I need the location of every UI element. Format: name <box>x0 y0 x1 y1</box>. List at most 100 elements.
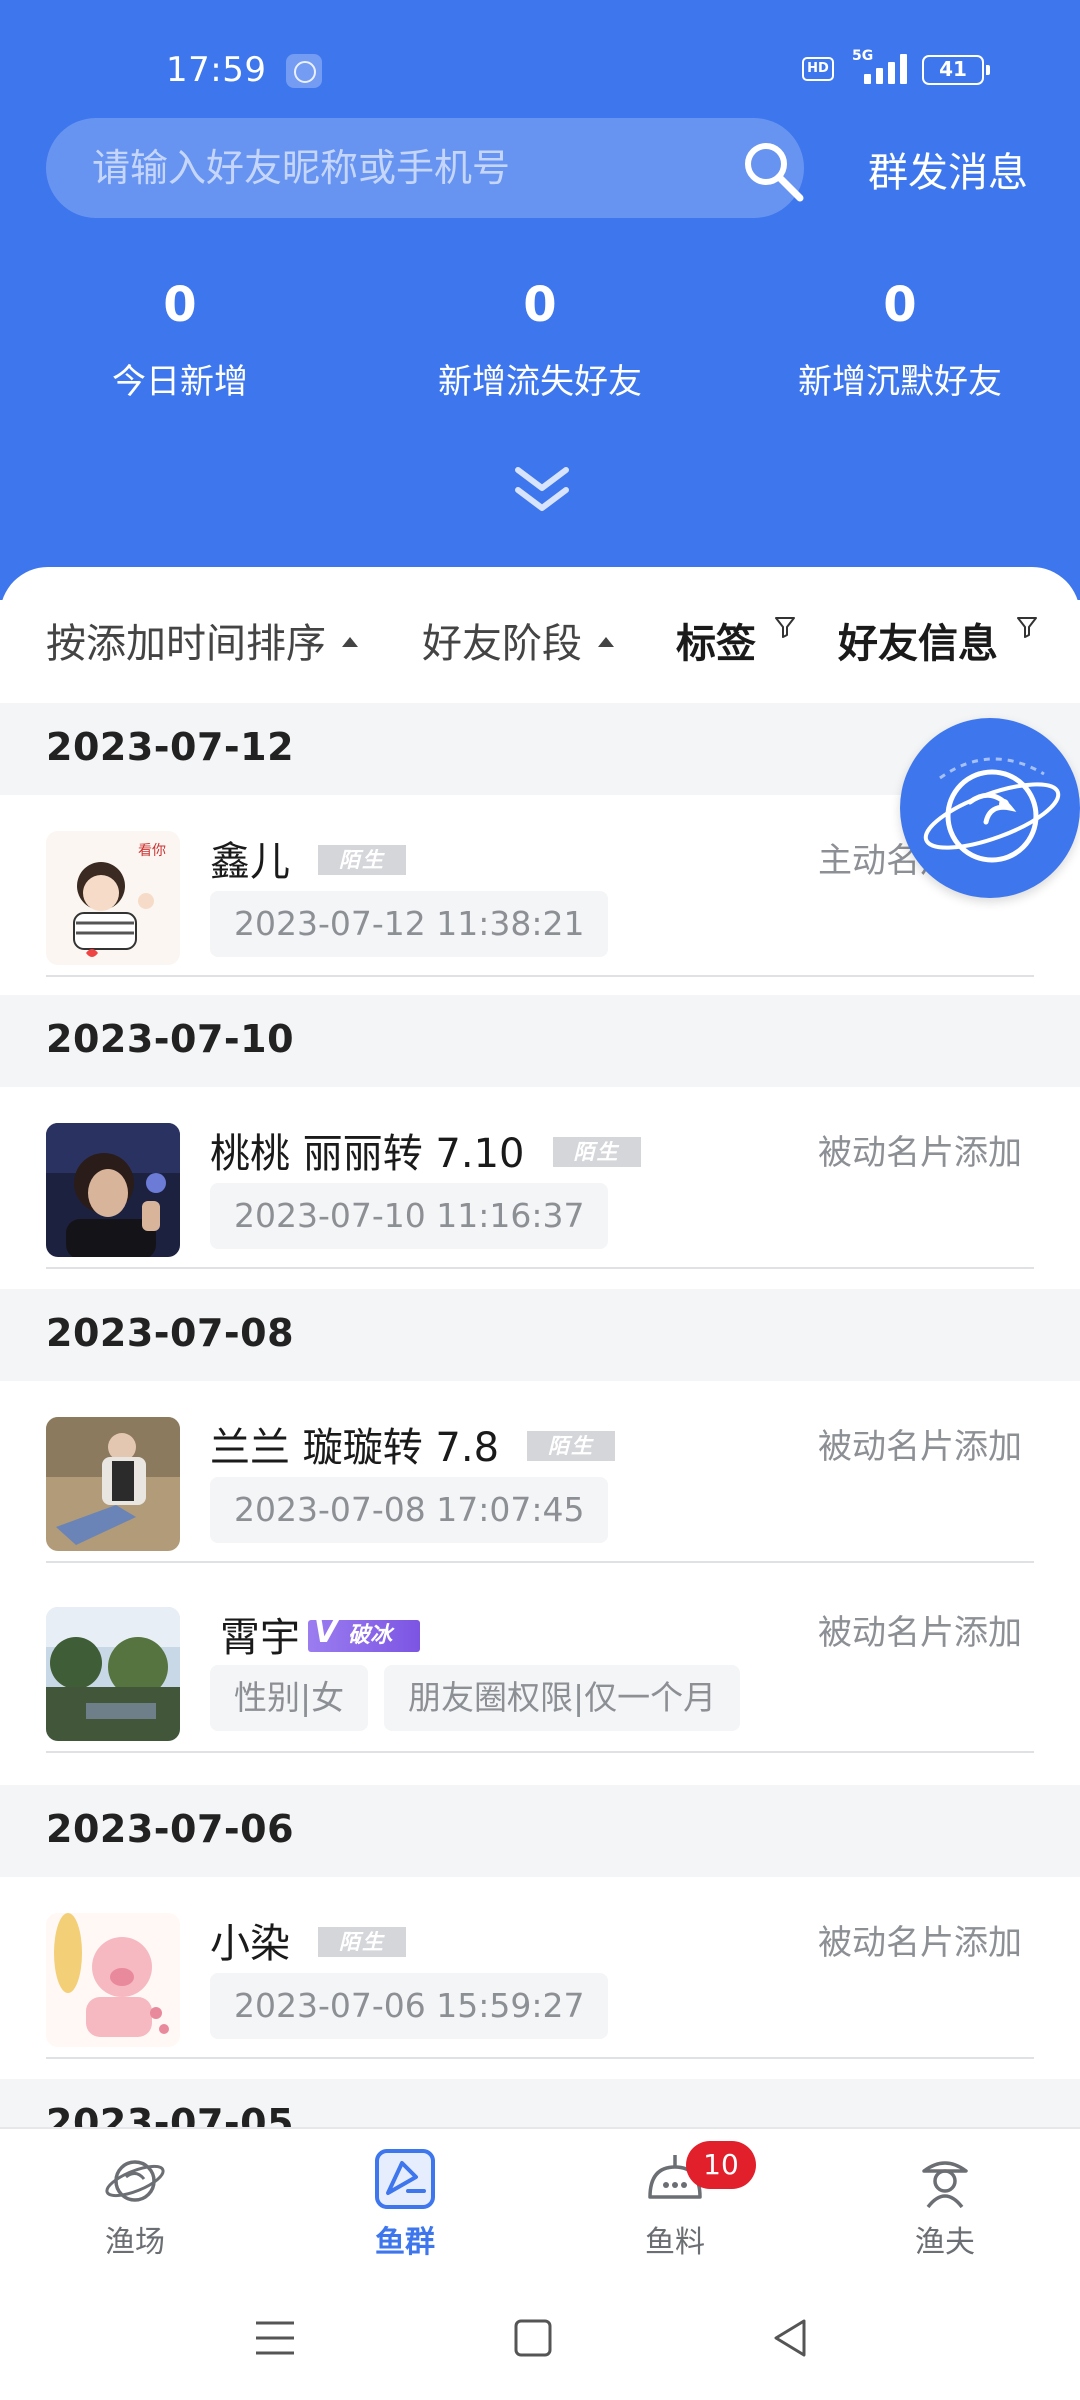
stranger-tag: 陌生 <box>318 1927 406 1957</box>
info-chip: 朋友圈权限|仅一个月 <box>384 1665 741 1731</box>
search-input[interactable] <box>92 118 692 218</box>
add-source: 被动名片添加 <box>818 1613 1022 1653</box>
filter-label: 好友信息 <box>838 621 998 667</box>
friend-name-text: 鑫儿 <box>210 839 290 885</box>
date-label: 2023-07-12 <box>46 725 295 769</box>
hd-icon: HD <box>802 57 834 81</box>
divider <box>46 1561 1034 1563</box>
friend-name-text: 桃桃 丽丽转 7.10 <box>210 1131 525 1177</box>
funnel-icon <box>1016 617 1037 638</box>
date-label: 2023-07-10 <box>46 1017 295 1061</box>
status-bar: 17:59 HD 5G 41 <box>0 40 1080 100</box>
filter-label: 标签 <box>676 621 756 667</box>
search-bar[interactable] <box>46 118 804 218</box>
broadcast-message-button[interactable]: 群发消息 <box>868 140 1028 198</box>
stat-label: 新增沉默好友 <box>798 362 1002 402</box>
stranger-tag: 陌生 <box>527 1431 616 1461</box>
svg-text:看你: 看你 <box>138 843 166 859</box>
notification-app-icon <box>286 54 322 88</box>
tab-fisherman[interactable]: 渔夫 <box>810 2129 1080 2279</box>
added-time: 2023-07-06 15:59:27 <box>210 1973 609 2039</box>
tab-bait[interactable]: 鱼料 <box>540 2129 810 2279</box>
friend-row[interactable]: 兰兰 璇璇转 7.8 陌生 2023-07-08 17:07:45 被动名片添加 <box>0 1381 1080 1565</box>
tab-label: 鱼群 <box>375 2225 435 2260</box>
stat-new-silent[interactable]: 0 新增沉默好友 <box>720 268 1080 403</box>
bottom-tab-bar: 渔场 鱼群 鱼料 渔夫 10 <box>0 2127 1080 2277</box>
fisherman-icon <box>922 2161 968 2209</box>
battery-icon: 41 <box>922 55 990 85</box>
friend-stage-filter[interactable]: 好友阶段 <box>422 611 614 669</box>
tab-fish-group[interactable]: 鱼群 <box>270 2129 540 2279</box>
friend-name: 兰兰 璇璇转 7.8 陌生 <box>210 1415 616 1473</box>
friend-name: 桃桃 丽丽转 7.10 陌生 <box>210 1121 641 1179</box>
friend-list-sheet: 按添加时间排序 好友阶段 标签 好友信息 2023-07-12 看你 鑫儿 陌生 … <box>0 567 1080 2127</box>
stat-today-new[interactable]: 0 今日新增 <box>0 268 360 403</box>
friend-row[interactable]: 桃桃 丽丽转 7.10 陌生 2023-07-10 11:16:37 被动名片添加 <box>0 1087 1080 1271</box>
divider <box>46 2057 1034 2059</box>
friend-name-text: 小染 <box>210 1921 290 1967</box>
icebreak-tag: V 破冰 <box>308 1615 420 1652</box>
signal-icon <box>864 54 910 84</box>
caret-up-icon <box>342 637 358 647</box>
avatar <box>46 1123 180 1257</box>
back-icon[interactable] <box>766 2315 816 2361</box>
stat-label: 今日新增 <box>112 362 248 402</box>
stat-value: 0 <box>883 277 917 333</box>
v-mark: V <box>314 1615 338 1650</box>
tab-label: 渔夫 <box>915 2225 975 2260</box>
system-navigation-bar <box>0 2277 1080 2400</box>
stranger-tag: 陌生 <box>318 845 406 875</box>
notification-badge: 10 <box>686 2141 756 2189</box>
tab-label: 渔场 <box>105 2225 165 2260</box>
tab-fishing-ground[interactable]: 渔场 <box>0 2129 270 2279</box>
avatar: 看你 <box>46 831 180 965</box>
friend-row[interactable]: 小染 陌生 2023-07-06 15:59:27 被动名片添加 <box>0 1877 1080 2061</box>
date-header: 2023-07-10 <box>0 995 1080 1087</box>
avatar <box>46 1607 180 1741</box>
chevron-double-down-icon[interactable] <box>512 462 572 516</box>
menu-icon[interactable] <box>250 2315 300 2361</box>
caret-up-icon <box>598 637 614 647</box>
avatar <box>46 1913 180 2047</box>
date-label: 2023-07-05 <box>46 2101 295 2127</box>
added-time: 2023-07-12 11:38:21 <box>210 891 609 957</box>
floating-action-button[interactable] <box>900 718 1080 898</box>
stat-new-lost[interactable]: 0 新增流失好友 <box>360 268 720 403</box>
divider <box>46 1751 1034 1753</box>
search-icon[interactable] <box>740 138 806 204</box>
divider <box>46 975 1034 977</box>
funnel-icon <box>774 617 795 638</box>
stats-panel: 0 今日新增 0 新增流失好友 0 新增沉默好友 <box>0 268 1080 418</box>
planet-logo-icon <box>923 757 1061 863</box>
info-chip: 性别|女 <box>210 1665 369 1731</box>
add-source: 被动名片添加 <box>818 1133 1022 1173</box>
friend-row[interactable]: 霄宇 V 破冰 性别|女 朋友圈权限|仅一个月 被动名片添加 <box>0 1565 1080 1755</box>
stranger-tag: 陌生 <box>552 1137 641 1167</box>
friend-name-text: 兰兰 璇璇转 7.8 <box>210 1425 500 1471</box>
filter-label: 好友阶段 <box>422 621 582 667</box>
icebreak-tag-text: 破冰 <box>348 1623 393 1648</box>
header: 17:59 HD 5G 41 群发消息 0 今日新增 0 新增流失好友 0 新增… <box>0 0 1080 600</box>
add-source: 被动名片添加 <box>818 1923 1022 1963</box>
date-header: 2023-07-06 <box>0 1785 1080 1877</box>
filter-label: 按添加时间排序 <box>46 621 326 667</box>
tab-label: 鱼料 <box>645 2225 705 2260</box>
date-header: 2023-07-08 <box>0 1289 1080 1381</box>
friend-name: 霄宇 V 破冰 <box>220 1605 420 1663</box>
tags-filter[interactable]: 标签 <box>676 611 796 669</box>
fish-group-icon <box>375 2149 435 2209</box>
sort-by-time-filter[interactable]: 按添加时间排序 <box>46 611 358 669</box>
friend-info-filter[interactable]: 好友信息 <box>838 611 1038 669</box>
friend-name: 鑫儿 陌生 <box>210 829 406 887</box>
stat-value: 0 <box>523 277 557 333</box>
planet-fish-icon <box>105 2160 165 2202</box>
avatar <box>46 1417 180 1551</box>
friend-name-text: 霄宇 <box>220 1615 300 1661</box>
date-label: 2023-07-08 <box>46 1311 295 1355</box>
date-header: 2023-07-05 <box>0 2079 1080 2127</box>
date-label: 2023-07-06 <box>46 1807 295 1851</box>
friend-name: 小染 陌生 <box>210 1911 406 1969</box>
added-time: 2023-07-10 11:16:37 <box>210 1183 609 1249</box>
home-icon[interactable] <box>508 2315 558 2361</box>
status-time: 17:59 <box>166 50 267 90</box>
